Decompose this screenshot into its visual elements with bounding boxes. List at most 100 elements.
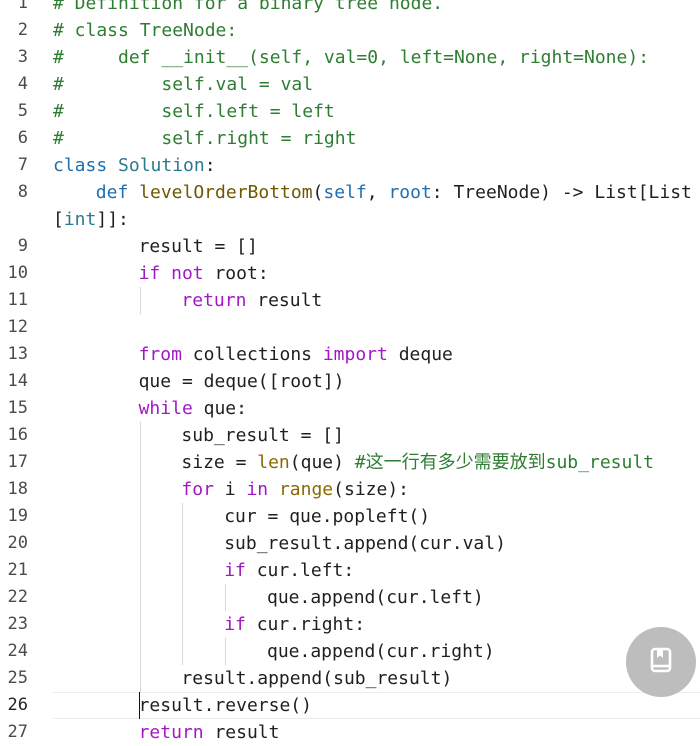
code-line[interactable]: 17 size = len(que) #这一行有多少需要放到sub_result bbox=[0, 449, 700, 476]
code-text: result.reverse() bbox=[138, 692, 312, 719]
code-line[interactable]: 1 # Definition for a binary tree node. bbox=[0, 0, 700, 17]
code-token: que: bbox=[203, 398, 247, 419]
code-token: size = bbox=[181, 452, 258, 473]
code-line[interactable]: 22 que.append(cur.left) bbox=[0, 584, 700, 611]
code-editor[interactable]: 1 # Definition for a binary tree node. 2 # … bbox=[0, 0, 700, 746]
line-number: 7 bbox=[17, 155, 28, 175]
code-line[interactable]: 21 if cur.left: bbox=[0, 557, 700, 584]
code-token: sub_result = [] bbox=[181, 425, 344, 446]
code-token: self bbox=[323, 182, 367, 203]
code-token: que.append(cur.right) bbox=[267, 641, 495, 662]
code-line[interactable]: 11 return result bbox=[0, 287, 700, 314]
code-token: que = deque([root]) bbox=[138, 371, 345, 392]
line-number: 12 bbox=[7, 317, 28, 337]
code-line[interactable]: 20 sub_result.append(cur.val) bbox=[0, 530, 700, 557]
code-token: range bbox=[278, 479, 334, 500]
code-text: # self.val = val bbox=[53, 71, 313, 98]
code-token: # self.right = right bbox=[53, 128, 357, 149]
line-number: 2 bbox=[17, 20, 28, 40]
code-line[interactable]: 6 # self.right = right bbox=[0, 125, 700, 152]
code-line[interactable]: 8 def levelOrderBottom(self, root: TreeNo… bbox=[0, 179, 700, 206]
code-token: # Definition for a binary tree node. bbox=[53, 0, 444, 14]
code-line[interactable]: 10 if not root: bbox=[0, 260, 700, 287]
indent-guide bbox=[139, 665, 141, 692]
code-token: # def __init__(self, val=0, left=None, r… bbox=[53, 47, 650, 68]
line-number: 4 bbox=[17, 74, 28, 94]
indent-guide bbox=[225, 638, 227, 665]
indent-guide bbox=[225, 584, 227, 611]
code-token: : TreeNode) -> List[List bbox=[431, 182, 692, 203]
code-line[interactable]: 4 # self.val = val bbox=[0, 71, 700, 98]
notes-button[interactable] bbox=[626, 627, 696, 697]
code-token: while bbox=[138, 398, 204, 419]
indent-guide bbox=[139, 611, 141, 638]
code-token: int bbox=[63, 209, 97, 230]
indent-guide bbox=[182, 638, 184, 665]
code-line[interactable]: 5 # self.left = left bbox=[0, 98, 700, 125]
code-line[interactable]: 19 cur = que.popleft() bbox=[0, 503, 700, 530]
code-line[interactable]: 9 result = [] bbox=[0, 233, 700, 260]
code-text: # def __init__(self, val=0, left=None, r… bbox=[53, 44, 649, 71]
code-line[interactable]: 26 result.reverse() bbox=[0, 692, 700, 719]
line-number: 3 bbox=[17, 47, 28, 67]
code-token: return bbox=[181, 290, 258, 311]
code-text: class Solution: bbox=[53, 152, 216, 179]
code-line[interactable]: 2 # class TreeNode: bbox=[0, 17, 700, 44]
code-text: return result bbox=[139, 719, 280, 746]
code-text: if not root: bbox=[139, 260, 269, 287]
code-line[interactable]: 15 while que: bbox=[0, 395, 700, 422]
code-token: result.append(sub_result) bbox=[181, 668, 453, 689]
code-text: from collections import deque bbox=[139, 341, 453, 368]
code-text: cur = que.popleft() bbox=[224, 503, 430, 530]
code-text: if cur.left: bbox=[224, 557, 354, 584]
indent-guide bbox=[139, 476, 141, 503]
indent-guide bbox=[182, 530, 184, 557]
code-token: ( bbox=[312, 182, 324, 203]
code-line[interactable]: 13 from collections import deque bbox=[0, 341, 700, 368]
line-number: 5 bbox=[17, 101, 28, 121]
indent-guide bbox=[139, 530, 141, 557]
code-text: que.append(cur.left) bbox=[267, 584, 484, 611]
code-token: , bbox=[366, 182, 389, 203]
code-line[interactable]: 12 bbox=[0, 314, 700, 341]
code-token: result.reverse() bbox=[138, 695, 312, 716]
code-line[interactable]: 25 result.append(sub_result) bbox=[0, 665, 700, 692]
code-text: que.append(cur.right) bbox=[267, 638, 495, 665]
code-token: cur.right: bbox=[256, 614, 366, 635]
code-text: # self.left = left bbox=[53, 98, 335, 125]
line-number: 27 bbox=[7, 722, 28, 742]
code-line[interactable]: 27 return result bbox=[0, 719, 700, 746]
code-token: if bbox=[138, 263, 172, 284]
code-text: if cur.right: bbox=[224, 611, 365, 638]
code-line[interactable]: [int]]: bbox=[0, 206, 700, 233]
code-token: def bbox=[95, 182, 140, 203]
code-token: cur.left: bbox=[256, 560, 355, 581]
code-line[interactable]: 3 # def __init__(self, val=0, left=None, … bbox=[0, 44, 700, 71]
code-token: len bbox=[257, 452, 290, 473]
code-line[interactable]: 14 que = deque([root]) bbox=[0, 368, 700, 395]
code-token: root: bbox=[214, 263, 269, 284]
book-icon bbox=[646, 645, 676, 680]
code-token: #这一行有多少需要放到sub_result bbox=[354, 452, 655, 473]
code-token: que.append(cur.left) bbox=[267, 587, 484, 608]
code-line[interactable]: 16 sub_result = [] bbox=[0, 422, 700, 449]
indent-guide bbox=[139, 287, 141, 314]
code-token: : bbox=[204, 155, 216, 176]
code-text: def levelOrderBottom(self, root: TreeNod… bbox=[96, 179, 692, 206]
line-number: 11 bbox=[7, 290, 28, 310]
indent-guide bbox=[139, 449, 141, 476]
code-line[interactable]: 7 class Solution: bbox=[0, 152, 700, 179]
code-token: Solution bbox=[118, 155, 205, 176]
code-line[interactable]: 24 que.append(cur.right) bbox=[0, 638, 700, 665]
line-number: 6 bbox=[17, 128, 28, 148]
code-line[interactable]: 23 if cur.right: bbox=[0, 611, 700, 638]
code-token: cur = que.popleft() bbox=[224, 506, 431, 527]
line-number: 18 bbox=[7, 479, 28, 499]
code-token: # self.val = val bbox=[53, 74, 314, 95]
code-token: in bbox=[246, 479, 279, 500]
line-number: 23 bbox=[7, 614, 28, 634]
code-text: result = [] bbox=[139, 233, 258, 260]
code-line[interactable]: 18 for i in range(size): bbox=[0, 476, 700, 503]
code-text: que = deque([root]) bbox=[139, 368, 345, 395]
line-number: 26 bbox=[7, 695, 28, 715]
